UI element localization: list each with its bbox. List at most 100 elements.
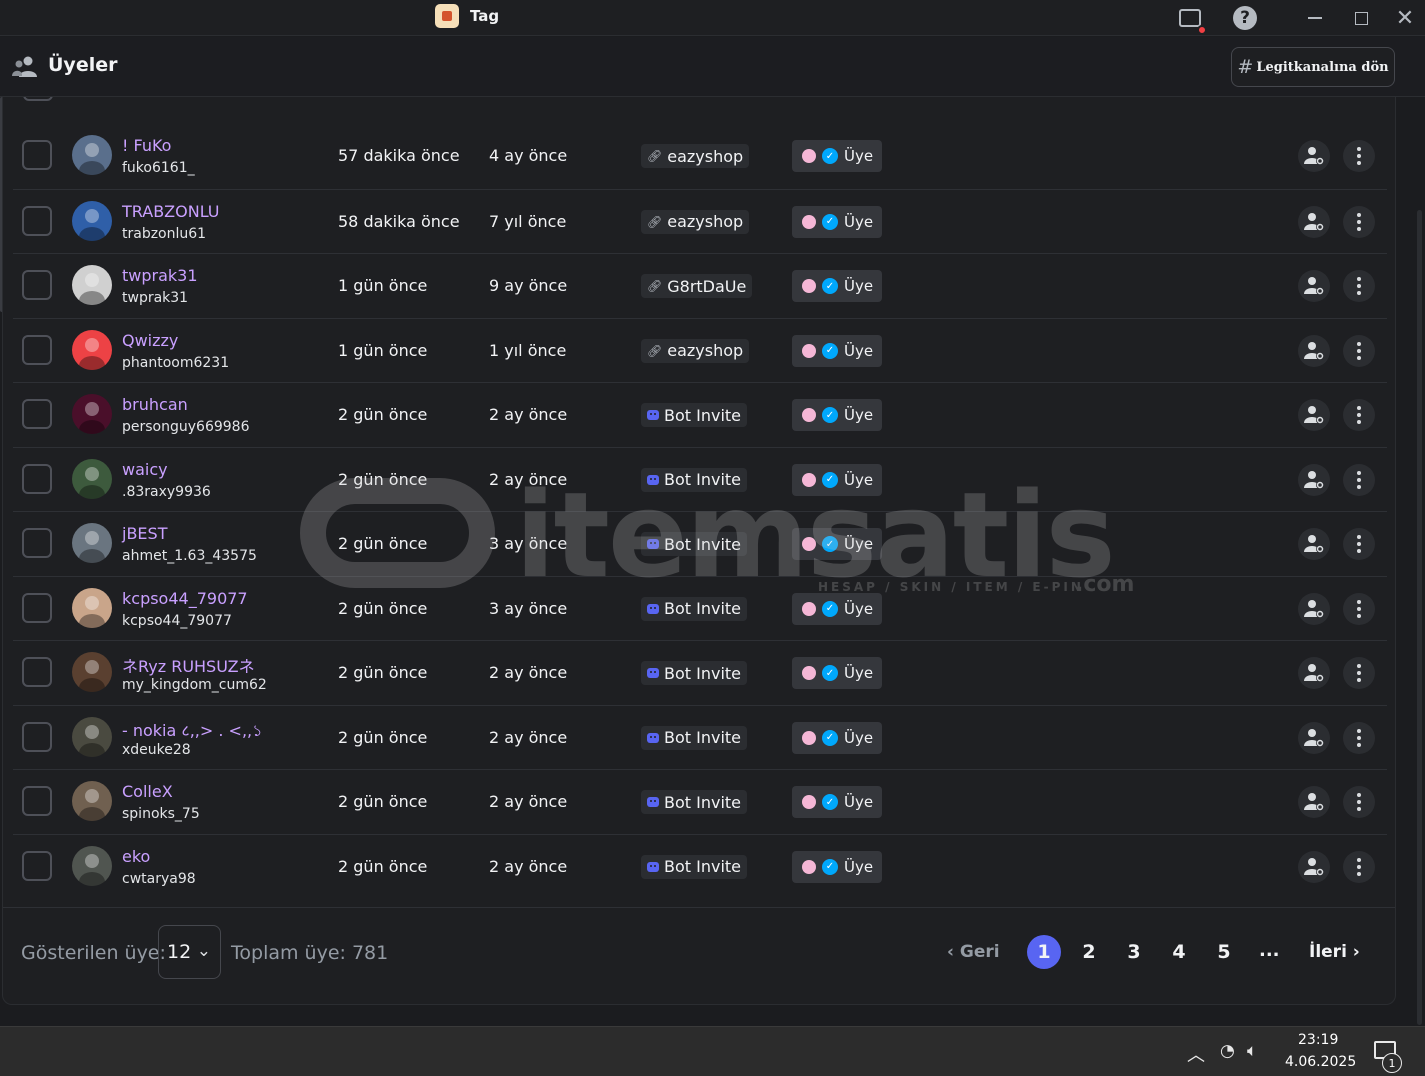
row-checkbox[interactable] bbox=[22, 399, 52, 429]
user-settings-button[interactable] bbox=[1298, 721, 1330, 754]
next-page-button[interactable]: İleri › bbox=[1309, 942, 1360, 962]
row-checkbox[interactable] bbox=[22, 528, 52, 558]
avatar[interactable] bbox=[72, 135, 112, 175]
user-settings-button[interactable] bbox=[1298, 270, 1330, 302]
more-options-button[interactable] bbox=[1343, 205, 1375, 238]
role-badge[interactable]: ✓ Üye bbox=[792, 721, 882, 754]
row-checkbox[interactable] bbox=[22, 334, 52, 365]
bot-icon bbox=[647, 797, 659, 807]
page-button-2[interactable]: 2 bbox=[1072, 935, 1106, 969]
user-settings-button[interactable] bbox=[1298, 850, 1330, 883]
user-settings-button[interactable] bbox=[1298, 399, 1330, 431]
avatar[interactable] bbox=[72, 523, 112, 563]
avatar[interactable] bbox=[72, 265, 112, 305]
avatar[interactable] bbox=[72, 458, 112, 499]
prev-page-button[interactable]: ‹ Geri bbox=[947, 942, 1000, 962]
clock-date[interactable]: 4.06.2025 bbox=[1285, 1054, 1356, 1070]
more-options-button[interactable] bbox=[1343, 334, 1375, 367]
avatar[interactable] bbox=[72, 716, 112, 757]
row-checkbox[interactable] bbox=[22, 721, 52, 752]
member-display-name[interactable]: kcpso44_79077 bbox=[122, 589, 248, 608]
member-display-name[interactable]: TRABZONLU bbox=[122, 202, 220, 221]
member-display-name[interactable]: ネRyz RUHSUZネ bbox=[122, 653, 255, 677]
role-badge[interactable]: ✓ Üye bbox=[792, 399, 882, 431]
page-button-4[interactable]: 4 bbox=[1162, 935, 1196, 969]
member-display-name[interactable]: waicy bbox=[122, 460, 168, 479]
member-display-name[interactable]: - nokia ८,,> . <,,১ bbox=[122, 718, 263, 745]
role-badge[interactable]: ✓ Üye bbox=[792, 850, 882, 883]
network-icon[interactable]: ◔ bbox=[1220, 1041, 1235, 1061]
row-checkbox[interactable] bbox=[22, 850, 52, 881]
member-display-name[interactable]: eko bbox=[122, 847, 150, 866]
member-display-name[interactable]: ColleX bbox=[122, 782, 173, 801]
row-checkbox[interactable] bbox=[22, 786, 52, 816]
bot-icon bbox=[647, 539, 659, 549]
role-badge[interactable]: ✓ Üye bbox=[792, 140, 882, 172]
user-settings-button[interactable] bbox=[1298, 592, 1330, 625]
more-options-button[interactable] bbox=[1343, 140, 1375, 172]
row-checkbox[interactable] bbox=[22, 205, 52, 236]
volume-icon[interactable]: 🔈︎ bbox=[1247, 1041, 1257, 1061]
row-checkbox[interactable] bbox=[22, 657, 52, 687]
page-size-value: 12 bbox=[167, 941, 192, 963]
page-button-3[interactable]: 3 bbox=[1117, 935, 1151, 969]
avatar[interactable] bbox=[72, 845, 112, 886]
more-options-button[interactable] bbox=[1343, 592, 1375, 625]
more-options-button[interactable] bbox=[1343, 721, 1375, 754]
role-badge[interactable]: ✓ Üye bbox=[792, 270, 882, 302]
member-display-name[interactable]: jBEST bbox=[122, 524, 167, 543]
member-display-name[interactable]: twprak31 bbox=[122, 266, 198, 285]
page-size-select[interactable]: 12 ⌄ bbox=[158, 925, 221, 979]
user-settings-button[interactable] bbox=[1298, 657, 1330, 689]
join-method: Bot Invite bbox=[641, 596, 748, 621]
more-options-button[interactable] bbox=[1343, 528, 1375, 560]
avatar[interactable] bbox=[72, 329, 112, 370]
member-display-name[interactable]: ! FuKo bbox=[122, 136, 171, 155]
more-options-button[interactable] bbox=[1343, 657, 1375, 689]
avatar[interactable] bbox=[72, 394, 112, 434]
avatar[interactable] bbox=[72, 200, 112, 241]
minimize-icon[interactable] bbox=[1301, 4, 1329, 32]
user-settings-button[interactable] bbox=[1298, 205, 1330, 238]
row-checkbox[interactable] bbox=[22, 270, 52, 300]
more-options-button[interactable] bbox=[1343, 270, 1375, 302]
row-checkbox[interactable] bbox=[22, 463, 52, 494]
role-badge[interactable]: ✓ Üye bbox=[792, 528, 882, 560]
avatar[interactable] bbox=[72, 587, 112, 628]
user-settings-button[interactable] bbox=[1298, 786, 1330, 818]
member-display-name[interactable]: Qwizzy bbox=[122, 331, 178, 350]
row-checkbox[interactable] bbox=[22, 592, 52, 623]
maximize-icon[interactable] bbox=[1347, 4, 1375, 32]
help-icon[interactable]: ? bbox=[1231, 4, 1259, 32]
member-username: .83raxy9936 bbox=[122, 483, 211, 500]
user-settings-button[interactable] bbox=[1298, 334, 1330, 367]
more-options-button[interactable] bbox=[1343, 786, 1375, 818]
inbox-icon[interactable] bbox=[1176, 4, 1207, 35]
more-options-button[interactable] bbox=[1343, 463, 1375, 496]
row-checkbox[interactable] bbox=[22, 140, 52, 170]
avatar[interactable] bbox=[72, 781, 112, 821]
join-method-label: Bot Invite bbox=[664, 792, 742, 812]
user-settings-button[interactable] bbox=[1298, 463, 1330, 496]
role-badge[interactable]: ✓ Üye bbox=[792, 786, 882, 818]
role-badge[interactable]: ✓ Üye bbox=[792, 334, 882, 367]
tray-chevron-icon[interactable]: ︿ bbox=[1187, 1041, 1205, 1067]
role-badge[interactable]: ✓ Üye bbox=[792, 657, 882, 689]
page-button-1[interactable]: 1 bbox=[1027, 935, 1061, 969]
role-badge[interactable]: ✓ Üye bbox=[792, 205, 882, 238]
bot-icon bbox=[647, 668, 659, 678]
clock-time[interactable]: 23:19 bbox=[1298, 1032, 1338, 1048]
more-options-button[interactable] bbox=[1343, 850, 1375, 883]
user-settings-button[interactable] bbox=[1298, 140, 1330, 172]
close-icon[interactable]: ✕ bbox=[1391, 4, 1419, 32]
page-button-5[interactable]: 5 bbox=[1207, 935, 1241, 969]
back-to-channel-button[interactable]: # Legitkanalına dön bbox=[1231, 47, 1395, 87]
role-badge[interactable]: ✓ Üye bbox=[792, 463, 882, 496]
role-badge[interactable]: ✓ Üye bbox=[792, 592, 882, 625]
avatar[interactable] bbox=[72, 652, 112, 692]
member-display-name[interactable]: bruhcan bbox=[122, 395, 188, 414]
select-all-checkbox[interactable] bbox=[23, 97, 53, 101]
more-options-button[interactable] bbox=[1343, 399, 1375, 431]
scrollbar[interactable] bbox=[1417, 210, 1422, 1025]
user-settings-button[interactable] bbox=[1298, 528, 1330, 560]
